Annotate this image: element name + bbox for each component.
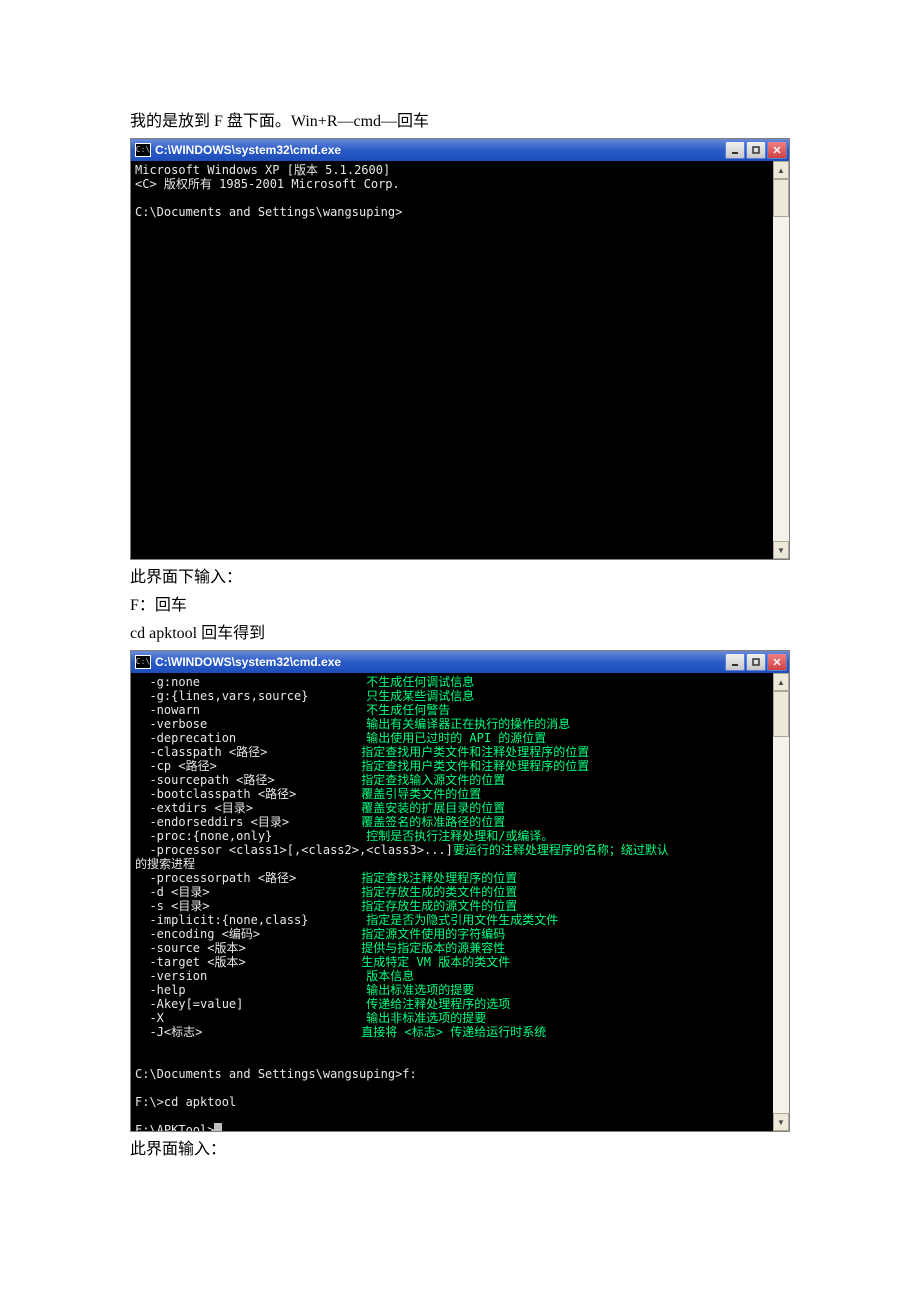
console-body: Microsoft Windows XP [版本 5.1.2600] <C> 版… xyxy=(131,161,789,559)
minimize-button[interactable] xyxy=(725,653,745,671)
maximize-button[interactable] xyxy=(746,653,766,671)
scroll-thumb[interactable] xyxy=(773,691,789,737)
scrollbar[interactable]: ▲ ▼ xyxy=(773,161,789,559)
cmd-window-2: C:\ C:\WINDOWS\system32\cmd.exe -g:none … xyxy=(130,650,790,1132)
scroll-down-button[interactable]: ▼ xyxy=(773,1113,789,1131)
prompt-line: C:\Documents and Settings\wangsuping> xyxy=(135,205,402,219)
line: <C> 版权所有 1985-2001 Microsoft Corp. xyxy=(135,177,400,191)
scroll-up-button[interactable]: ▲ xyxy=(773,161,789,179)
document-page: 我的是放到 F 盘下面。Win+R—cmd—回车 C:\ C:\WINDOWS\… xyxy=(0,0,920,1206)
cmd-icon: C:\ xyxy=(135,655,151,669)
scrollbar[interactable]: ▲ ▼ xyxy=(773,673,789,1131)
paragraph-intro: 我的是放到 F 盘下面。Win+R—cmd—回车 xyxy=(130,110,790,134)
window-title: C:\WINDOWS\system32\cmd.exe xyxy=(155,655,725,669)
maximize-button[interactable] xyxy=(746,141,766,159)
scroll-track[interactable] xyxy=(773,691,789,1113)
line: Microsoft Windows XP [版本 5.1.2600] xyxy=(135,163,390,177)
titlebar: C:\ C:\WINDOWS\system32\cmd.exe xyxy=(131,651,789,673)
paragraph-4: cd apktool 回车得到 xyxy=(130,622,790,646)
titlebar: C:\ C:\WINDOWS\system32\cmd.exe xyxy=(131,139,789,161)
close-button[interactable] xyxy=(767,141,787,159)
cmd-icon: C:\ xyxy=(135,143,151,157)
console-output[interactable]: -g:none 不生成任何调试信息 -g:{lines,vars,source}… xyxy=(131,673,773,1131)
window-controls xyxy=(725,141,787,159)
paragraph-5: 此界面输入： xyxy=(130,1138,790,1162)
scroll-thumb[interactable] xyxy=(773,179,789,217)
console-output[interactable]: Microsoft Windows XP [版本 5.1.2600] <C> 版… xyxy=(131,161,773,559)
paragraph-3: F：回车 xyxy=(130,594,790,618)
window-title: C:\WINDOWS\system32\cmd.exe xyxy=(155,143,725,157)
console-body: -g:none 不生成任何调试信息 -g:{lines,vars,source}… xyxy=(131,673,789,1131)
window-controls xyxy=(725,653,787,671)
scroll-down-button[interactable]: ▼ xyxy=(773,541,789,559)
scroll-up-button[interactable]: ▲ xyxy=(773,673,789,691)
scroll-track[interactable] xyxy=(773,179,789,541)
cmd-window-1: C:\ C:\WINDOWS\system32\cmd.exe Microsof… xyxy=(130,138,790,560)
minimize-button[interactable] xyxy=(725,141,745,159)
close-button[interactable] xyxy=(767,653,787,671)
paragraph-2: 此界面下输入： xyxy=(130,566,790,590)
